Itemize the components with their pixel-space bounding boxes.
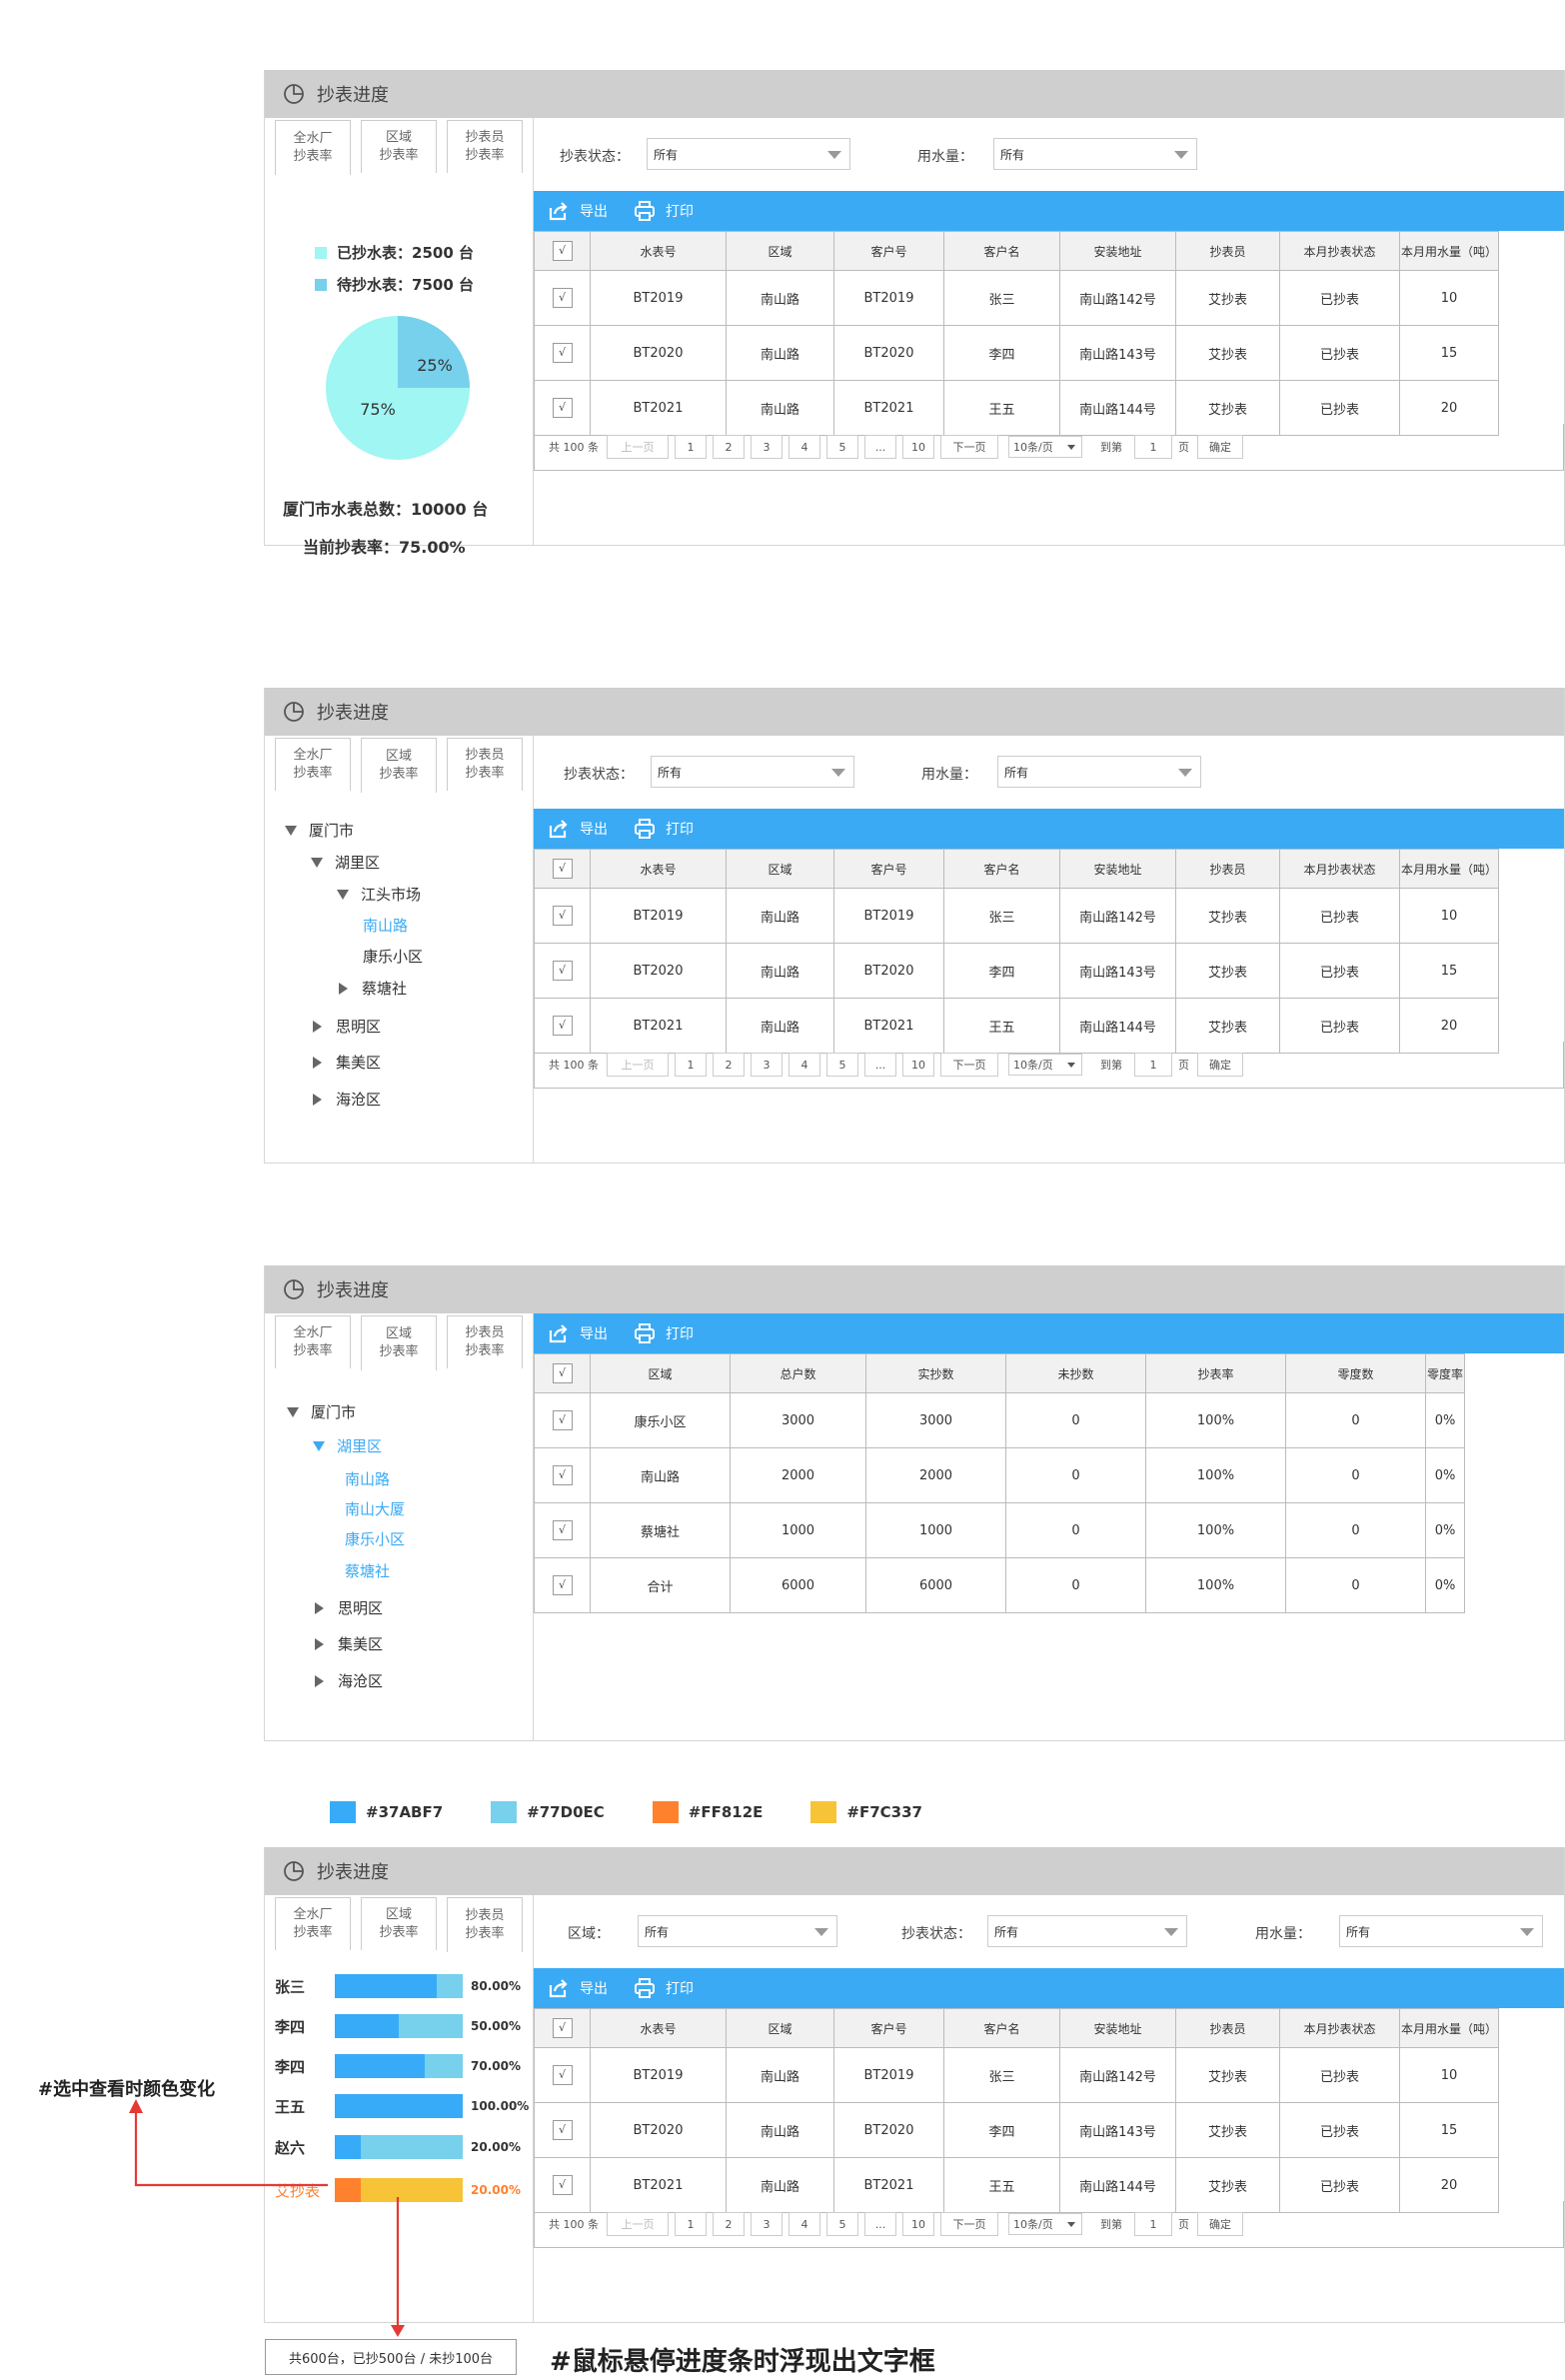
hover-annotation: #鼠标悬停进度条时浮现出文字框 (550, 2347, 935, 2377)
select-arrowhead (129, 2099, 143, 2113)
select-arrow (134, 2111, 328, 2187)
hover-tooltip: 共600台，已抄500台 / 未抄100台 (265, 2339, 517, 2375)
hover-arrowhead (391, 2325, 405, 2337)
annotation-arrows (129, 2099, 405, 2337)
